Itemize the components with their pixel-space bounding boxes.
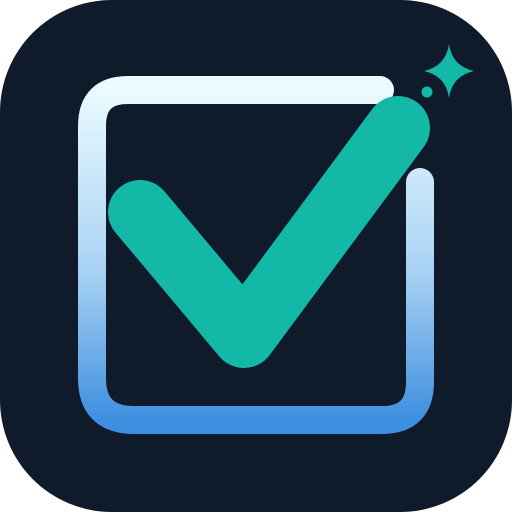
app-icon-graphic bbox=[0, 0, 512, 512]
sparkle-dot-icon bbox=[421, 86, 433, 98]
app-icon bbox=[0, 0, 512, 512]
